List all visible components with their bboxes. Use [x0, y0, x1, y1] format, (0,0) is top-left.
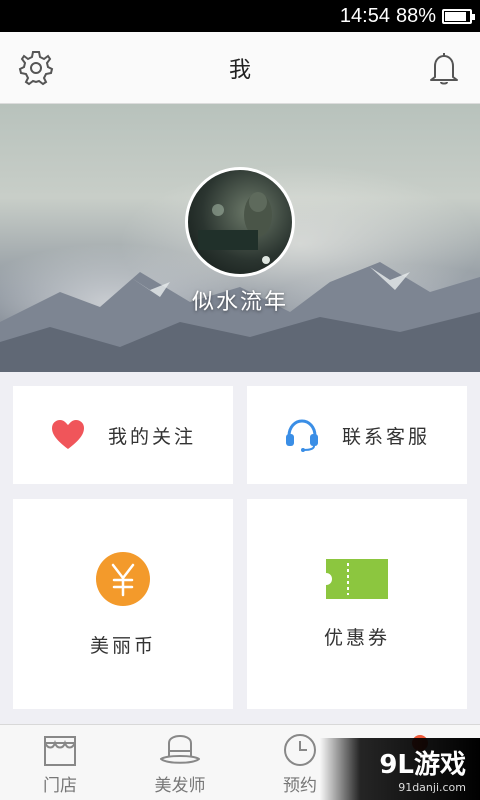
heart-icon: [50, 419, 86, 451]
gear-icon: [18, 51, 54, 86]
customer-service-card[interactable]: 联系客服: [247, 386, 467, 484]
tab-stylist-label: 美发师: [154, 776, 206, 796]
storefront-icon: [44, 736, 76, 766]
yen-coin-icon: [95, 551, 151, 607]
status-bar: 14:54 88%: [0, 0, 480, 32]
status-time: 14:54: [339, 4, 390, 27]
battery-icon: [442, 8, 475, 24]
ticket-icon: [326, 558, 388, 599]
watermark-logo-text: 9L游戏: [379, 750, 466, 780]
my-follows-card[interactable]: 我的关注: [13, 386, 233, 484]
coupons-label: 优惠券: [323, 626, 390, 649]
profile-banner: 似水流年: [0, 104, 480, 372]
header: 我: [0, 32, 480, 104]
beauty-coins-label: 美丽币: [89, 634, 156, 657]
watermark-url: 91danji.com: [398, 781, 466, 794]
avatar-image: [198, 192, 272, 264]
customer-service-label: 联系客服: [341, 425, 430, 448]
avatar[interactable]: [185, 167, 295, 277]
tab-store[interactable]: 门店: [0, 725, 120, 800]
clock-icon: [284, 734, 316, 766]
hat-icon: [160, 735, 200, 764]
page-title: 我: [228, 57, 251, 83]
username: 似水流年: [191, 290, 288, 315]
battery-percent: 88%: [395, 4, 436, 27]
bell-icon: [430, 53, 458, 85]
my-follows-label: 我的关注: [107, 425, 196, 448]
settings-button[interactable]: [18, 50, 54, 86]
site-watermark: 9L游戏 91danji.com: [320, 738, 480, 800]
beauty-coins-card[interactable]: 美丽币: [13, 499, 233, 709]
tab-stylist[interactable]: 美发师: [120, 725, 240, 800]
coupons-card[interactable]: 优惠券: [247, 499, 467, 709]
tab-booking-label: 预约: [283, 776, 317, 796]
headset-icon: [284, 418, 320, 452]
notifications-button[interactable]: [426, 50, 462, 86]
tab-store-label: 门店: [43, 776, 77, 796]
